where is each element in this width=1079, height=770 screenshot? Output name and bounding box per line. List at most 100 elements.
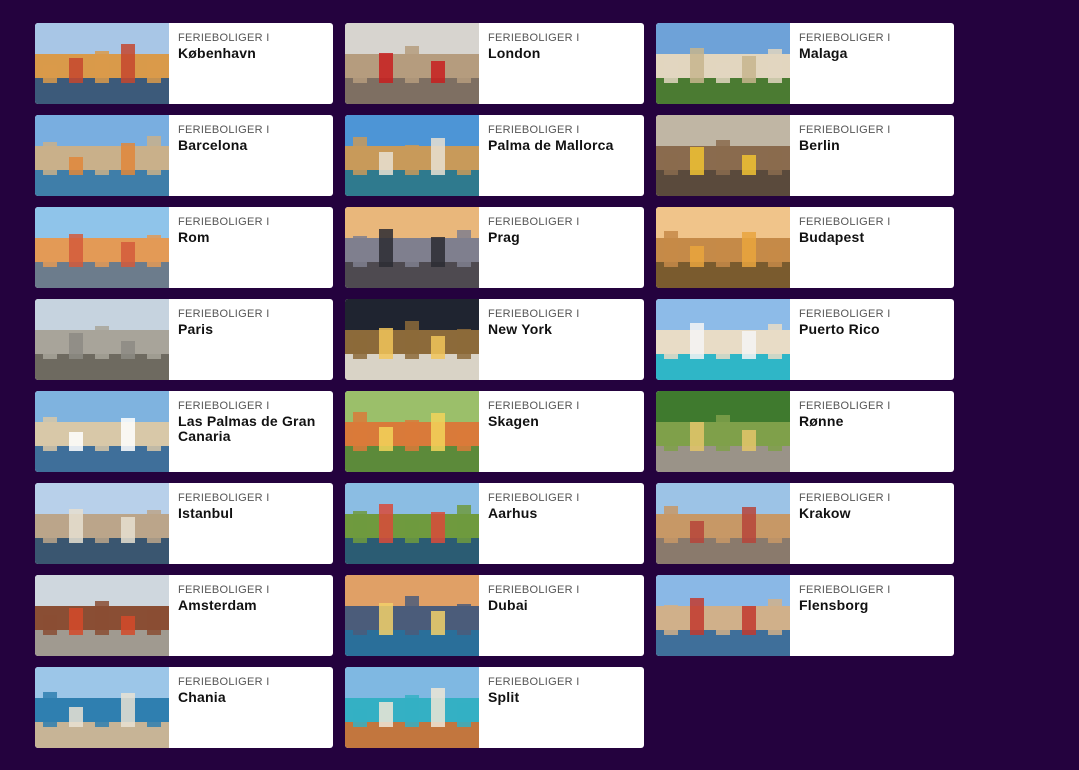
destination-thumbnail <box>656 115 790 196</box>
destination-text: FERIEBOLIGER I Puerto Rico <box>790 299 899 380</box>
destination-thumbnail <box>345 115 479 196</box>
destination-text: FERIEBOLIGER I Paris <box>169 299 278 380</box>
destination-card[interactable]: FERIEBOLIGER I Rønne <box>656 391 954 472</box>
destination-card[interactable]: FERIEBOLIGER I Skagen <box>345 391 644 472</box>
destination-card[interactable]: FERIEBOLIGER I Aarhus <box>345 483 644 564</box>
card-kicker: FERIEBOLIGER I <box>178 124 270 136</box>
destination-card[interactable]: FERIEBOLIGER I Malaga <box>656 23 954 104</box>
city-name: Berlin <box>799 137 840 153</box>
destination-card[interactable]: FERIEBOLIGER I Puerto Rico <box>656 299 954 380</box>
destination-thumbnail <box>656 483 790 564</box>
card-kicker: FERIEBOLIGER I <box>799 216 891 228</box>
destination-card[interactable]: FERIEBOLIGER I Paris <box>35 299 333 380</box>
destination-text: FERIEBOLIGER I Berlin <box>790 115 899 196</box>
destination-thumbnail <box>345 299 479 380</box>
city-name: Istanbul <box>178 505 234 521</box>
card-kicker: FERIEBOLIGER I <box>488 32 580 44</box>
city-name: Barcelona <box>178 137 248 153</box>
destination-card[interactable]: FERIEBOLIGER I Rom <box>35 207 333 288</box>
destination-card[interactable]: FERIEBOLIGER I Krakow <box>656 483 954 564</box>
city-name: Chania <box>178 689 226 705</box>
card-kicker: FERIEBOLIGER I <box>488 124 580 136</box>
destination-card[interactable]: FERIEBOLIGER I London <box>345 23 644 104</box>
destination-thumbnail <box>35 115 169 196</box>
city-name: Rom <box>178 229 210 245</box>
destination-text: FERIEBOLIGER I Skagen <box>479 391 588 472</box>
destination-text: FERIEBOLIGER I Amsterdam <box>169 575 278 656</box>
destination-text: FERIEBOLIGER I New York <box>479 299 588 380</box>
city-name: Skagen <box>488 413 539 429</box>
destination-card[interactable]: FERIEBOLIGER I Berlin <box>656 115 954 196</box>
card-kicker: FERIEBOLIGER I <box>178 400 270 412</box>
destination-thumbnail <box>345 667 479 748</box>
card-kicker: FERIEBOLIGER I <box>488 492 580 504</box>
destination-text: FERIEBOLIGER I Budapest <box>790 207 899 288</box>
destination-text: FERIEBOLIGER I Las Palmas de Gran Canaria <box>169 391 333 472</box>
destination-thumbnail <box>35 483 169 564</box>
destination-card[interactable]: FERIEBOLIGER I Split <box>345 667 644 748</box>
destination-thumbnail <box>345 483 479 564</box>
card-kicker: FERIEBOLIGER I <box>799 308 891 320</box>
city-name: Malaga <box>799 45 848 61</box>
destination-thumbnail <box>656 23 790 104</box>
card-kicker: FERIEBOLIGER I <box>178 676 270 688</box>
destination-card[interactable]: FERIEBOLIGER I Dubai <box>345 575 644 656</box>
destination-thumbnail <box>35 391 169 472</box>
destination-text: FERIEBOLIGER I Barcelona <box>169 115 278 196</box>
destination-text: FERIEBOLIGER I Chania <box>169 667 278 748</box>
destination-card[interactable]: FERIEBOLIGER I Budapest <box>656 207 954 288</box>
destination-text: FERIEBOLIGER I Rom <box>169 207 278 288</box>
card-kicker: FERIEBOLIGER I <box>178 216 270 228</box>
city-name: Split <box>488 689 520 705</box>
city-name: Krakow <box>799 505 851 521</box>
destination-card[interactable]: FERIEBOLIGER I Chania <box>35 667 333 748</box>
card-kicker: FERIEBOLIGER I <box>799 124 891 136</box>
destinations-grid: FERIEBOLIGER I København FERIEBOLIGER I Lon… <box>35 23 954 748</box>
destination-thumbnail <box>345 575 479 656</box>
city-name: Dubai <box>488 597 528 613</box>
card-kicker: FERIEBOLIGER I <box>488 308 580 320</box>
card-kicker: FERIEBOLIGER I <box>488 400 580 412</box>
destination-text: FERIEBOLIGER I Krakow <box>790 483 899 564</box>
destination-thumbnail <box>656 299 790 380</box>
destination-card[interactable]: FERIEBOLIGER I Prag <box>345 207 644 288</box>
destination-thumbnail <box>35 299 169 380</box>
card-kicker: FERIEBOLIGER I <box>488 584 580 596</box>
destination-thumbnail <box>35 575 169 656</box>
destination-text: FERIEBOLIGER I Malaga <box>790 23 899 104</box>
destination-thumbnail <box>656 391 790 472</box>
card-kicker: FERIEBOLIGER I <box>799 584 891 596</box>
destination-thumbnail <box>656 207 790 288</box>
destination-text: FERIEBOLIGER I København <box>169 23 278 104</box>
destination-card[interactable]: FERIEBOLIGER I Flensborg <box>656 575 954 656</box>
destination-card[interactable]: FERIEBOLIGER I Amsterdam <box>35 575 333 656</box>
city-name: Budapest <box>799 229 865 245</box>
destination-card[interactable]: FERIEBOLIGER I Palma de Mallorca <box>345 115 644 196</box>
city-name: Aarhus <box>488 505 538 521</box>
card-kicker: FERIEBOLIGER I <box>799 400 891 412</box>
city-name: Palma de Mallorca <box>488 137 614 153</box>
destination-text: FERIEBOLIGER I Dubai <box>479 575 588 656</box>
city-name: Amsterdam <box>178 597 257 613</box>
card-kicker: FERIEBOLIGER I <box>488 216 580 228</box>
destination-card[interactable]: FERIEBOLIGER I Istanbul <box>35 483 333 564</box>
city-name: Paris <box>178 321 214 337</box>
city-name: London <box>488 45 541 61</box>
city-name: Flensborg <box>799 597 869 613</box>
city-name: Puerto Rico <box>799 321 880 337</box>
destination-text: FERIEBOLIGER I Prag <box>479 207 588 288</box>
destination-text: FERIEBOLIGER I Rønne <box>790 391 899 472</box>
card-kicker: FERIEBOLIGER I <box>488 676 580 688</box>
destination-text: FERIEBOLIGER I Split <box>479 667 588 748</box>
destination-thumbnail <box>345 391 479 472</box>
card-kicker: FERIEBOLIGER I <box>178 32 270 44</box>
destination-card[interactable]: FERIEBOLIGER I Las Palmas de Gran Canaria <box>35 391 333 472</box>
destination-card[interactable]: FERIEBOLIGER I Barcelona <box>35 115 333 196</box>
card-kicker: FERIEBOLIGER I <box>799 32 891 44</box>
destination-thumbnail <box>656 575 790 656</box>
destination-card[interactable]: FERIEBOLIGER I New York <box>345 299 644 380</box>
city-name: Rønne <box>799 413 844 429</box>
destination-text: FERIEBOLIGER I London <box>479 23 588 104</box>
destination-card[interactable]: FERIEBOLIGER I København <box>35 23 333 104</box>
destination-text: FERIEBOLIGER I Palma de Mallorca <box>479 115 622 196</box>
